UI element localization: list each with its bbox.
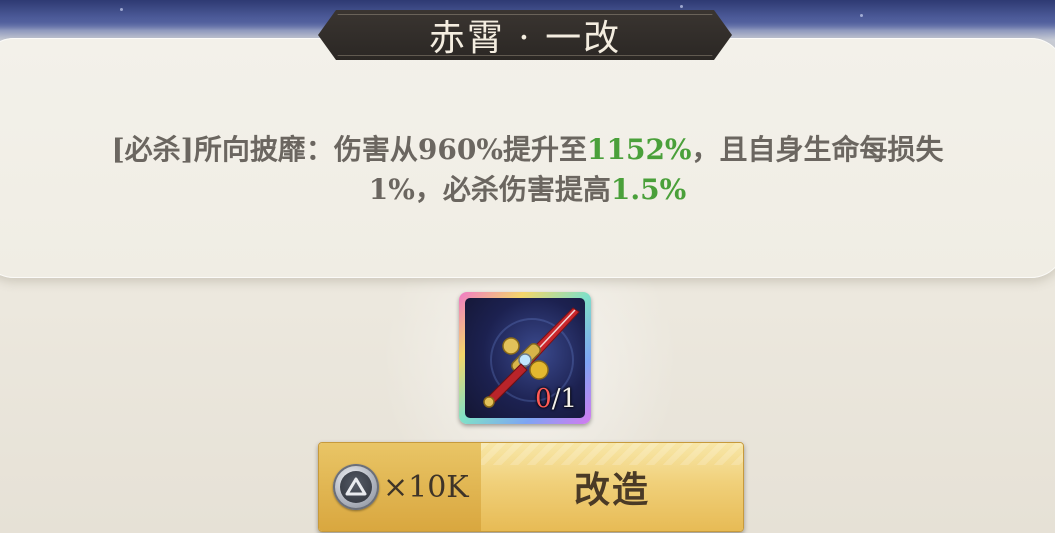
weapon-upgrade-title: 赤霄 · 一改: [428, 18, 622, 59]
material-count-required: 1: [560, 384, 577, 414]
coin-emblem: [340, 471, 372, 503]
description-highlight-value: 1152%: [587, 133, 692, 166]
upgrade-button-label: 改造: [573, 469, 650, 511]
upgrade-cost-amount: ×10K: [383, 469, 469, 505]
material-count: 0/1: [535, 384, 577, 414]
description-line-1: [必杀]所向披靡：伤害从960%提升至1152%，且自身生命每损失: [40, 130, 1015, 170]
star-decoration: [680, 5, 683, 8]
skill-description: [必杀]所向披靡：伤害从960%提升至1152%，且自身生命每损失 1%，必杀伤…: [40, 130, 1015, 210]
star-decoration: [120, 8, 123, 11]
description-text: [必杀]所向披靡：伤害从960%提升至: [111, 133, 587, 166]
description-highlight-value: 1.5%: [610, 173, 687, 206]
description-text: 1%，必杀伤害提高: [368, 173, 611, 206]
title-plate: 赤霄 · 一改: [318, 10, 732, 60]
silver-coin-icon: [333, 464, 379, 510]
material-item-frame: 0/1: [465, 298, 585, 418]
upgrade-button[interactable]: ×10K 改造: [318, 442, 744, 532]
material-count-current: 0: [535, 384, 552, 414]
description-line-2: 1%，必杀伤害提高1.5%: [40, 170, 1015, 210]
triangle-emblem-icon: [345, 477, 367, 496]
upgrade-cost: ×10K: [319, 443, 481, 531]
star-decoration: [860, 14, 863, 17]
upgrade-button-face[interactable]: 改造: [481, 443, 743, 531]
material-item-slot[interactable]: 0/1: [459, 292, 591, 424]
description-text: ，且自身生命每损失: [691, 133, 944, 166]
